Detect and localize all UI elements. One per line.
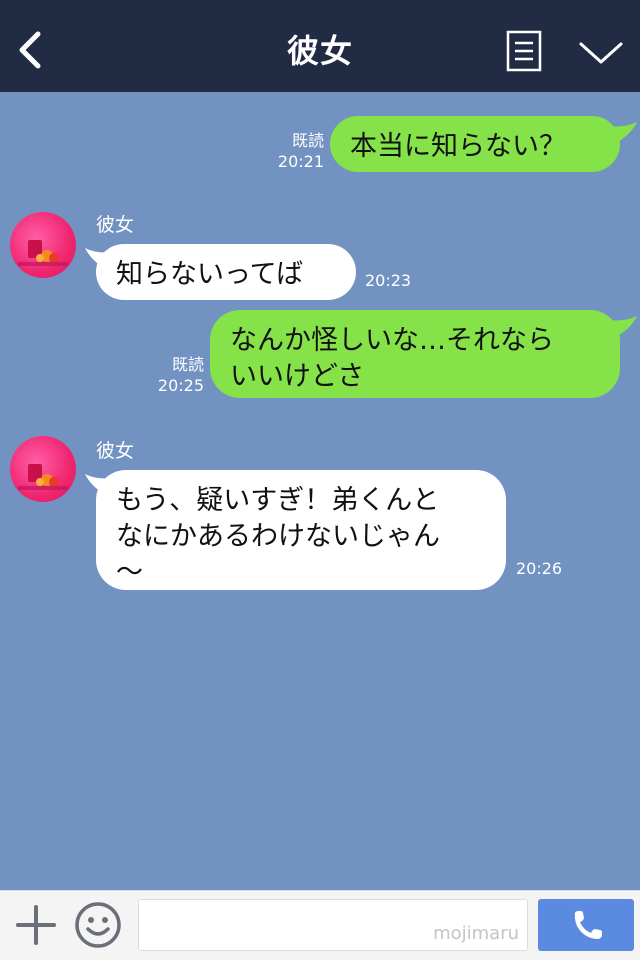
phone-icon xyxy=(574,911,602,939)
message-text: なんか怪しいな…それなら xyxy=(230,325,554,356)
chevron-down-icon[interactable] xyxy=(578,38,624,68)
message-bubble-sent[interactable]: なんか怪しいな…それなら いいけどさ xyxy=(210,310,620,398)
message-time: 20:21 xyxy=(277,152,324,171)
message-text: 本当に知らない？ xyxy=(350,131,566,162)
message-bubble-received[interactable]: もう、疑いすぎ！弟くんと なにかあるわけないじゃん 〜 xyxy=(96,470,506,590)
message-text: もう、疑いすぎ！弟くんと xyxy=(116,485,440,516)
message-meta: 既読 20:25 xyxy=(148,354,204,396)
watermark-text: mojimaru xyxy=(433,923,519,944)
chat-title: 彼女 xyxy=(286,32,353,70)
plus-icon[interactable] xyxy=(14,903,58,947)
sender-name: 彼女 xyxy=(96,440,135,462)
message-text: いいけどさ xyxy=(230,361,365,392)
bubble-tail xyxy=(606,316,637,338)
message-meta: 既読 20:21 xyxy=(268,130,324,172)
call-button[interactable] xyxy=(538,899,634,951)
message-time: 20:26 xyxy=(516,559,563,578)
avatar-image xyxy=(18,240,68,266)
message-bubble-received[interactable]: 知らないってば xyxy=(96,244,356,300)
contact-avatar[interactable] xyxy=(10,212,76,278)
read-receipt: 既読 xyxy=(171,355,204,374)
bubble-tail xyxy=(606,122,637,144)
message-text: 〜 xyxy=(116,557,143,588)
avatar-image xyxy=(18,464,68,490)
read-receipt: 既読 xyxy=(291,131,324,150)
smiley-icon[interactable] xyxy=(74,901,122,949)
message-time: 20:25 xyxy=(157,376,204,395)
chat-header: 彼女 xyxy=(0,0,640,92)
contact-avatar[interactable] xyxy=(10,436,76,502)
chat-area[interactable]: 既読 20:21 本当に知らない？ 彼女 知らないってば 20:23 既読 20… xyxy=(0,92,640,890)
message-text: 知らないってば xyxy=(116,259,304,290)
menu-list-icon[interactable] xyxy=(506,30,542,72)
message-time: 20:23 xyxy=(365,271,412,290)
sender-name: 彼女 xyxy=(96,214,135,236)
message-bubble-sent[interactable]: 本当に知らない？ xyxy=(330,116,620,172)
input-bar: mojimaru xyxy=(0,890,640,960)
message-text: なにかあるわけないじゃん xyxy=(116,521,440,552)
message-input[interactable]: mojimaru xyxy=(138,899,528,951)
